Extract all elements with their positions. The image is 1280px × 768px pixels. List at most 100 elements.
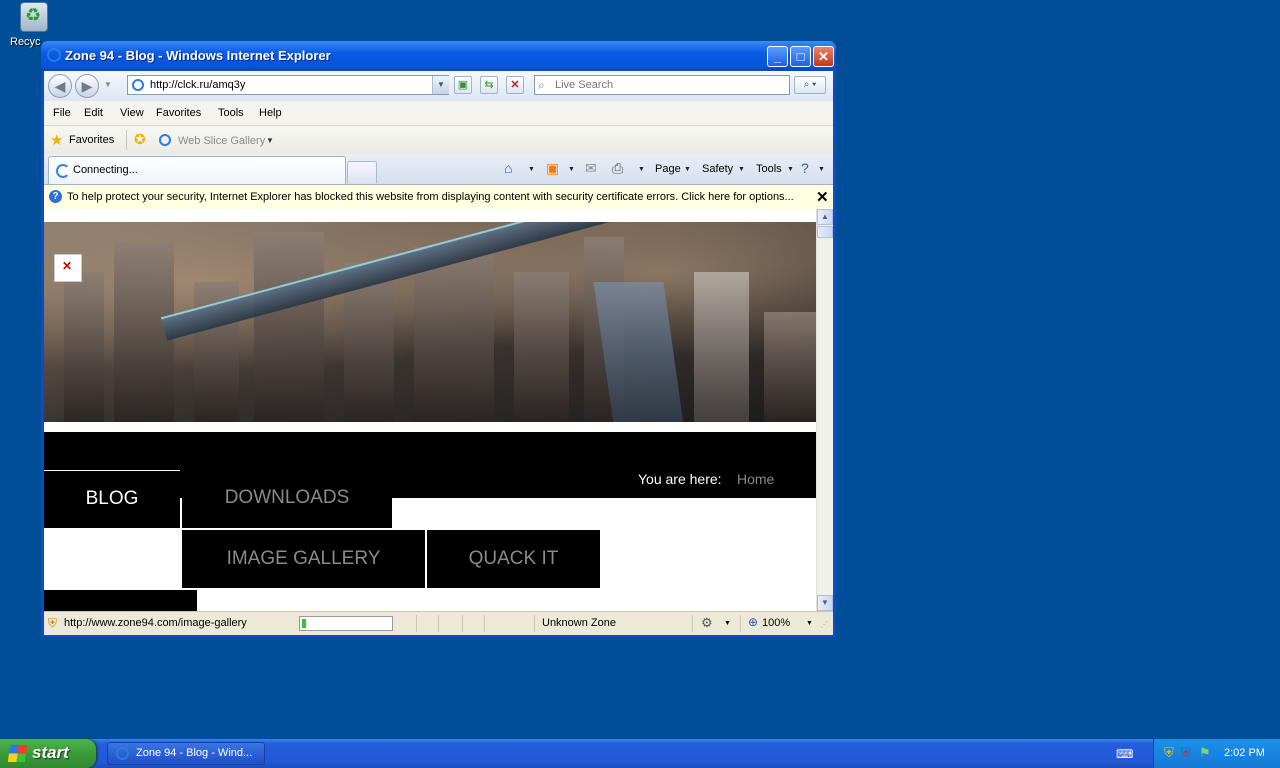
breadcrumb-home-link[interactable]: Home	[737, 471, 774, 487]
windows-logo-icon	[7, 745, 28, 762]
home-dropdown-icon[interactable]: ▼	[528, 166, 535, 173]
scroll-down-icon[interactable]: ▼	[817, 595, 833, 611]
feeds-icon[interactable]: ▣	[546, 160, 559, 177]
security-zone[interactable]: Unknown Zone	[542, 617, 616, 629]
progress-fill	[302, 619, 306, 628]
close-button[interactable]: ✕	[813, 46, 834, 67]
read-mail-icon[interactable]: ✉	[585, 160, 597, 177]
close-information-bar-icon[interactable]: ✕	[816, 188, 829, 206]
broken-image-icon	[54, 254, 82, 282]
menu-edit[interactable]: Edit	[84, 107, 103, 119]
favorites-bar: ★ Favorites ✪ Web Slice Gallery ▼	[44, 126, 833, 154]
resize-grip-icon[interactable]: ⋰	[820, 620, 828, 629]
loading-spinner-icon	[56, 164, 70, 178]
security-shield-icon: ⛨	[48, 616, 58, 630]
print-dropdown-icon[interactable]: ▼	[638, 166, 645, 173]
information-bar[interactable]: ? To help protect your security, Interne…	[44, 185, 833, 210]
banner-building	[694, 272, 749, 422]
back-button[interactable]: ◀	[48, 74, 72, 98]
new-tab-button[interactable]	[347, 161, 377, 183]
zoom-icon[interactable]: ⊕	[748, 615, 758, 629]
vertical-scrollbar[interactable]: ▲ ▼	[816, 209, 833, 611]
protected-mode-icon[interactable]: ⚙	[701, 615, 713, 631]
add-to-favorites-bar-icon[interactable]: ✪	[134, 131, 146, 148]
print-icon[interactable]: ⎙	[612, 160, 623, 177]
search-go-button[interactable]: ⌕ ▾	[794, 76, 826, 94]
minimize-button[interactable]: _	[767, 46, 788, 67]
web-slice-gallery-link[interactable]: Web Slice Gallery	[178, 135, 265, 147]
information-bar-text: To help protect your security, Internet …	[67, 191, 794, 203]
help-dropdown-icon[interactable]: ▼	[818, 166, 825, 173]
help-icon[interactable]: ?	[801, 160, 809, 176]
title-bar[interactable]: Zone 94 - Blog - Windows Internet Explor…	[41, 41, 836, 71]
forward-button[interactable]: ▶	[75, 74, 99, 98]
menu-favorites[interactable]: Favorites	[156, 107, 201, 119]
safety-dropdown-icon[interactable]: ▼	[738, 166, 745, 173]
home-icon[interactable]: ⌂	[504, 160, 512, 176]
nav-image-gallery[interactable]: IMAGE GALLERY	[182, 530, 425, 588]
taskbar-item-label: Zone 94 - Blog - Wind...	[136, 747, 253, 759]
navigation-bar: ◀ ▶ ▼ http://clck.ru/amq3y ▼ ▣ ⇆ ✕ ⌕ ⌕ ▾	[44, 71, 833, 101]
status-divider	[438, 615, 439, 632]
network-icon[interactable]: ⚑	[1199, 745, 1211, 761]
window-client: ◀ ▶ ▼ http://clck.ru/amq3y ▼ ▣ ⇆ ✕ ⌕ ⌕ ▾…	[44, 71, 833, 635]
scroll-thumb[interactable]	[817, 226, 833, 238]
breadcrumb-label: You are here:	[638, 471, 722, 487]
taskbar-item-ie[interactable]: Zone 94 - Blog - Wind...	[107, 742, 265, 765]
favorites-star-icon[interactable]: ★	[50, 131, 63, 149]
header-banner-image	[44, 222, 816, 422]
page-ie-icon	[132, 79, 144, 91]
refresh-icon[interactable]: ⇆	[480, 76, 498, 94]
stop-icon[interactable]: ✕	[506, 76, 524, 94]
menu-help[interactable]: Help	[259, 107, 282, 119]
scroll-up-icon[interactable]: ▲	[817, 209, 833, 225]
status-divider	[416, 615, 417, 632]
banner-building	[764, 312, 816, 422]
zoom-level[interactable]: 100%	[762, 617, 790, 629]
address-bar[interactable]: http://clck.ru/amq3y ▼	[127, 75, 449, 95]
tab-title: Connecting...	[73, 164, 138, 176]
clock[interactable]: 2:02 PM	[1224, 747, 1265, 759]
menu-tools[interactable]: Tools	[218, 107, 244, 119]
keyboard-icon[interactable]: ⌨	[1116, 747, 1133, 761]
address-dropdown-icon[interactable]: ▼	[432, 76, 449, 94]
safety-menu[interactable]: Safety	[702, 163, 733, 175]
tools-dropdown-icon[interactable]: ▼	[787, 166, 794, 173]
recent-pages-dropdown-icon[interactable]: ▼	[104, 80, 112, 89]
start-button[interactable]: start	[0, 739, 96, 768]
banner-building	[414, 247, 494, 422]
search-input[interactable]	[555, 77, 780, 93]
status-bar: ⛨ http://www.zone94.com/image-gallery Un…	[44, 611, 833, 635]
compatibility-view-icon[interactable]: ▣	[454, 76, 472, 94]
tab-active[interactable]: Connecting...	[48, 156, 346, 184]
ie-icon	[116, 747, 129, 760]
nav-bottom-bar	[44, 590, 197, 611]
nav-downloads[interactable]: DOWNLOADS	[182, 470, 392, 528]
separator	[126, 130, 127, 150]
nav-blog[interactable]: BLOG	[44, 470, 180, 528]
start-label: start	[32, 743, 69, 762]
menu-view[interactable]: View	[120, 107, 144, 119]
web-slice-ie-icon	[159, 134, 171, 146]
page-dropdown-icon[interactable]: ▼	[684, 166, 691, 173]
maximize-button[interactable]: □	[790, 46, 811, 67]
status-divider	[462, 615, 463, 632]
tools-menu[interactable]: Tools	[756, 163, 782, 175]
system-tray: ⛨ ⛨ ⚑ 2:02 PM	[1153, 739, 1280, 768]
web-slice-dropdown-icon[interactable]: ▼	[266, 136, 274, 145]
security-alert-icon[interactable]: ⛨	[1181, 745, 1191, 761]
nav-quack-it[interactable]: QUACK IT	[427, 530, 600, 588]
favorites-button[interactable]: Favorites	[69, 134, 114, 146]
page-menu[interactable]: Page	[655, 163, 681, 175]
status-divider	[692, 615, 693, 632]
banner-building	[254, 232, 324, 422]
feeds-dropdown-icon[interactable]: ▼	[568, 166, 575, 173]
zoom-dropdown-icon[interactable]: ▼	[806, 620, 813, 627]
protected-mode-dropdown-icon[interactable]: ▼	[724, 620, 731, 627]
status-divider	[484, 615, 485, 632]
search-box: ⌕	[534, 75, 790, 95]
status-divider	[534, 615, 535, 632]
menu-file[interactable]: File	[53, 107, 71, 119]
security-center-icon[interactable]: ⛨	[1164, 745, 1174, 761]
window-title: Zone 94 - Blog - Windows Internet Explor…	[65, 48, 331, 63]
